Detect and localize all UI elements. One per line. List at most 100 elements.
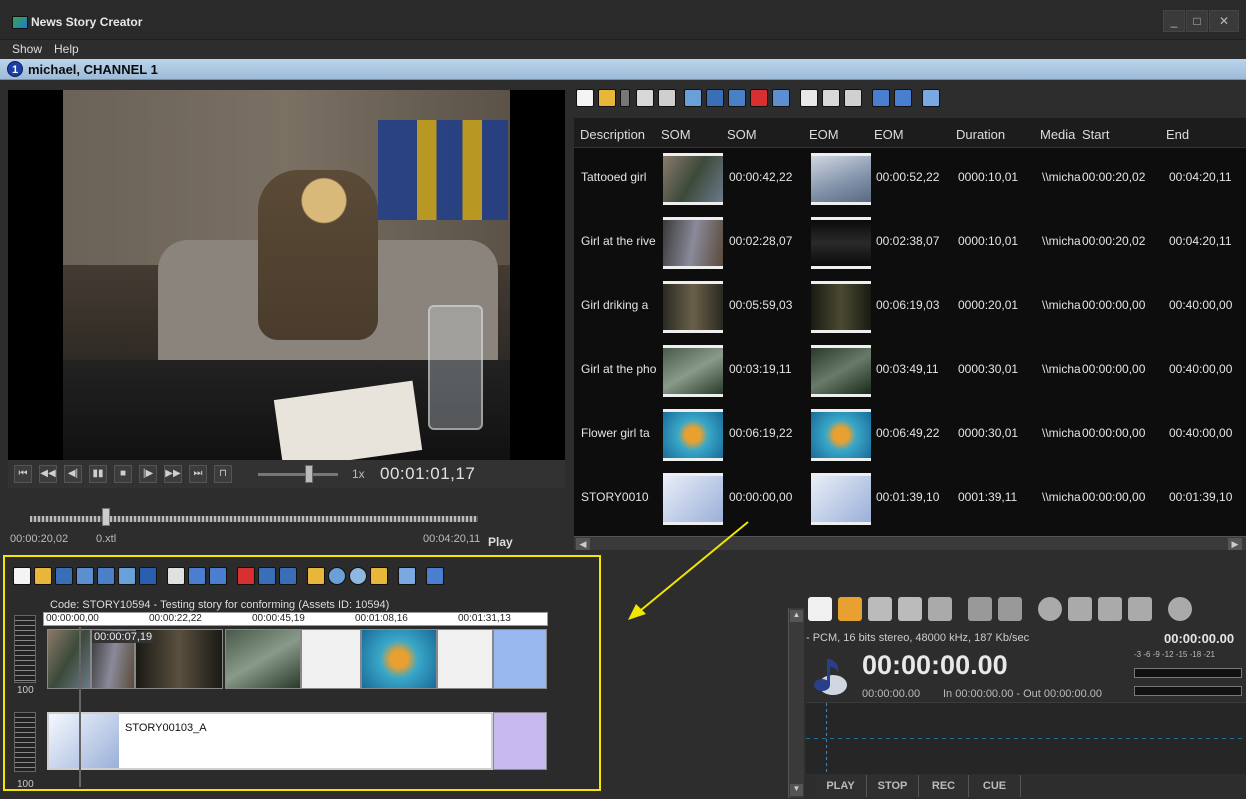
table-row[interactable]: Girl at the rive 00:02:28,07 00:02:38,07… (574, 212, 1246, 276)
col-som-thumb[interactable]: SOM (661, 127, 691, 142)
send-icon[interactable] (844, 89, 862, 107)
waveform-cursor[interactable] (826, 703, 827, 775)
col-eom-thumb[interactable]: EOM (809, 127, 839, 142)
col-start[interactable]: Start (1082, 127, 1109, 142)
scroll-right-icon[interactable]: ▶ (1228, 538, 1242, 550)
monitor-icon[interactable] (728, 89, 746, 107)
cue-button[interactable]: CUE (969, 775, 1021, 797)
stop-button[interactable]: STOP (867, 775, 919, 797)
zoom-out-icon[interactable] (894, 89, 912, 107)
rec-button[interactable]: REC (919, 775, 969, 797)
audio-volume-slider[interactable] (14, 712, 36, 772)
speed-slider-thumb[interactable] (305, 465, 313, 483)
scrub-thumb[interactable] (102, 508, 110, 526)
save-icon[interactable] (868, 597, 892, 621)
play-icon[interactable] (800, 89, 818, 107)
export-icon[interactable] (922, 89, 940, 107)
settings-icon[interactable] (1038, 597, 1062, 621)
zoom-in-icon[interactable] (188, 567, 206, 585)
stop-icon[interactable]: ■ (114, 465, 132, 483)
search-icon[interactable] (426, 567, 444, 585)
table-row[interactable]: Tattooed girl 00:00:42,22 00:00:52,22 00… (574, 148, 1246, 212)
save-icon[interactable] (55, 567, 73, 585)
timeline-playhead[interactable] (79, 627, 81, 787)
undo-icon[interactable] (97, 567, 115, 585)
new-icon[interactable] (808, 597, 832, 621)
col-description[interactable]: Description (580, 127, 645, 142)
import-icon[interactable] (1098, 597, 1122, 621)
copy-icon[interactable] (658, 89, 676, 107)
video-clip[interactable] (301, 629, 361, 689)
save-as-icon[interactable] (898, 597, 922, 621)
play-button[interactable]: PLAY (815, 775, 867, 797)
list-icon[interactable] (772, 89, 790, 107)
close-button[interactable]: ✕ (1209, 10, 1239, 32)
col-duration[interactable]: Duration (956, 127, 1005, 142)
disc-icon[interactable] (349, 567, 367, 585)
go-start-icon[interactable]: ⏮ (14, 465, 32, 483)
scroll-down-icon[interactable]: ▼ (790, 784, 803, 796)
save-as-icon[interactable] (76, 567, 94, 585)
audio-clip[interactable] (47, 712, 493, 770)
apple-icon[interactable] (1168, 597, 1192, 621)
video-volume-slider[interactable] (14, 615, 36, 683)
pause-icon[interactable]: ▮▮ (89, 465, 107, 483)
open-icon[interactable] (598, 89, 616, 107)
step-back-icon[interactable]: ◀| (64, 465, 82, 483)
scrub-bar[interactable] (30, 516, 478, 522)
export-icon[interactable] (398, 567, 416, 585)
col-som[interactable]: SOM (727, 127, 757, 142)
delete-icon[interactable] (237, 567, 255, 585)
go-end-icon[interactable]: ⏭ (189, 465, 207, 483)
play-icon[interactable] (167, 567, 185, 585)
col-eom[interactable]: EOM (874, 127, 904, 142)
video-clip[interactable] (361, 629, 437, 689)
video-clip[interactable] (225, 629, 301, 689)
menu-help[interactable]: Help (54, 42, 79, 56)
speed-slider-track[interactable] (258, 473, 338, 476)
zoom-in-icon[interactable] (872, 89, 890, 107)
delete-icon[interactable] (750, 89, 768, 107)
rewind-icon[interactable]: ◀◀ (39, 465, 57, 483)
loop-icon[interactable]: ⊓ (214, 465, 232, 483)
open-icon[interactable] (34, 567, 52, 585)
filter-icon[interactable] (139, 567, 157, 585)
new-icon[interactable] (13, 567, 31, 585)
col-media[interactable]: Media (1040, 127, 1075, 142)
export-icon[interactable] (1068, 597, 1092, 621)
video-clip[interactable] (47, 629, 91, 689)
save-icon[interactable] (636, 89, 654, 107)
table-row[interactable]: Girl driking a 00:05:59,03 00:06:19,03 0… (574, 276, 1246, 340)
minimize-button[interactable]: _ (1163, 10, 1185, 32)
record-icon[interactable] (328, 567, 346, 585)
film-in-icon[interactable] (258, 567, 276, 585)
video-clip[interactable] (437, 629, 493, 689)
properties-icon[interactable] (928, 597, 952, 621)
film-out-icon[interactable] (279, 567, 297, 585)
audio-clip-gap[interactable] (493, 712, 547, 770)
col-end[interactable]: End (1166, 127, 1189, 142)
new-icon[interactable] (576, 89, 594, 107)
settings-icon[interactable] (118, 567, 136, 585)
video-clip-gap[interactable] (493, 629, 547, 689)
audio-waveform[interactable] (806, 702, 1246, 775)
zoom-out-icon[interactable] (209, 567, 227, 585)
table-row[interactable]: Girl at the pho 00:03:19,11 00:03:49,11 … (574, 340, 1246, 404)
table-row[interactable]: Flower girl ta 00:06:19,22 00:06:49,22 0… (574, 404, 1246, 468)
play-selection-icon[interactable] (822, 89, 840, 107)
mark-out-icon[interactable] (998, 597, 1022, 621)
step-forward-icon[interactable]: |▶ (139, 465, 157, 483)
timeline-ruler[interactable]: 00:00:00,00 00:00:22,22 00:00:45,19 00:0… (43, 612, 548, 626)
dropdown-icon[interactable] (620, 89, 630, 107)
scroll-left-icon[interactable]: ◀ (576, 538, 590, 550)
film-icon[interactable] (706, 89, 724, 107)
settings-icon[interactable] (684, 89, 702, 107)
mark-in-icon[interactable] (968, 597, 992, 621)
fast-forward-icon[interactable]: ▶▶ (164, 465, 182, 483)
menu-show[interactable]: Show (12, 42, 42, 56)
maximize-button[interactable]: □ (1186, 10, 1208, 32)
folder-icon[interactable] (307, 567, 325, 585)
open-folder-icon[interactable] (370, 567, 388, 585)
back-icon[interactable] (1128, 597, 1152, 621)
open-icon[interactable] (838, 597, 862, 621)
